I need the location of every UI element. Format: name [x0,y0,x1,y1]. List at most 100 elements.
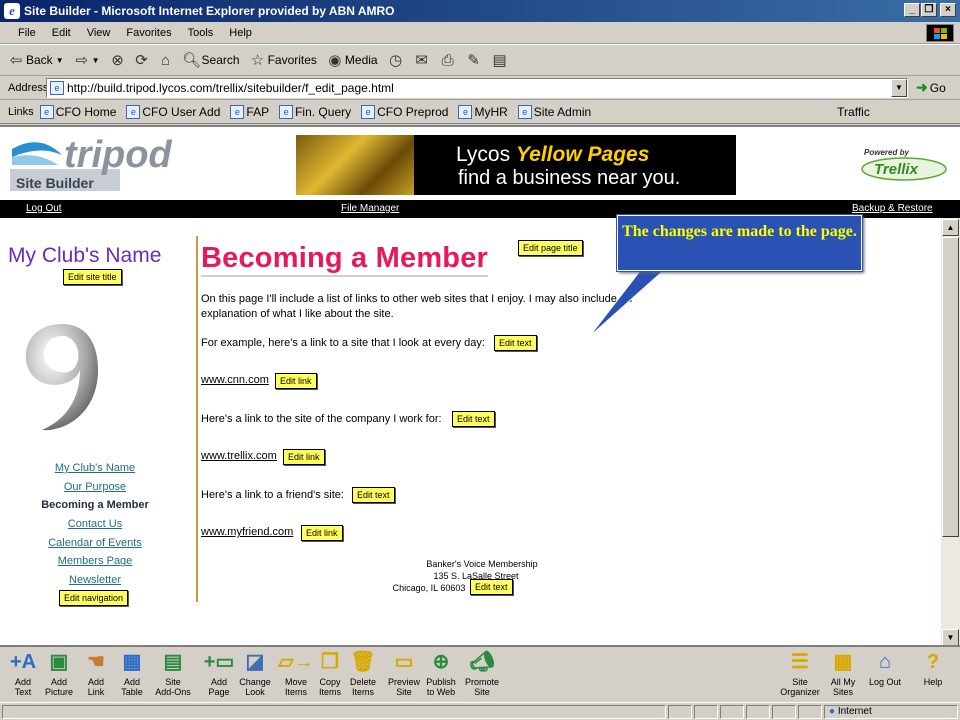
site-title: My Club's Name [8,244,162,267]
edit-text-button[interactable]: Edit text [470,579,513,595]
back-arrow-icon: ⇦ [9,52,23,69]
links-bar: Links e CFO Home e CFO User Add e FAP e Fin.… [0,100,960,124]
logout-icon: ⌂ [878,651,892,673]
edit-text-button[interactable]: Edit text [452,411,495,427]
restore-button[interactable]: ❐ [921,3,937,17]
scroll-down-arrow-icon[interactable]: ▼ [942,629,959,645]
mail-icon[interactable]: ✉ [412,50,432,70]
edit-page-title-button[interactable]: Edit page title [518,240,583,256]
search-button[interactable]: 🔍︎ Search [182,50,240,70]
menu-tools[interactable]: Tools [180,27,222,39]
all-sites-icon: ▦ [833,651,853,673]
add-table-icon: ▦ [122,651,142,673]
menu-edit[interactable]: Edit [44,27,79,39]
publish-icon: ⊕ [432,651,450,673]
favorites-icon: ☆ [250,52,265,69]
promote-site-button[interactable]: 📣︎ Promote Site [460,649,504,697]
print-icon[interactable]: ⎙ [438,50,458,70]
media-icon: ◉ [328,52,342,69]
annotation-callout: The changes are made to the page. [616,214,863,272]
logout-link[interactable]: Log Out [26,203,62,214]
site-organizer-icon: ☰ [791,651,809,673]
link-traffic[interactable]: Traffic [837,105,870,119]
link-myhr[interactable]: e MyHR [458,104,508,119]
standard-toolbar: ⇦ Back ▼ ⇨ ▼ ⊗ ⟳ ⌂ 🔍︎ Search ☆ Favorites… [0,44,960,76]
edit-icon[interactable]: ✎ [464,50,484,70]
paragraph-2: Here's a link to the site of the company… [201,413,442,425]
page-content: tripod Site Builder Lycos Yellow Pages f… [0,125,960,645]
nav-item-contact-us[interactable]: Contact Us [0,518,190,537]
menu-file[interactable]: File [10,27,44,39]
help-button[interactable]: ? Help [911,649,955,687]
minimize-button[interactable]: _ [904,3,920,17]
site-builder-header: tripod Site Builder Lycos Yellow Pages f… [0,127,960,200]
edit-text-button[interactable]: Edit text [494,335,537,351]
nav-item-becoming-a-member[interactable]: Becoming a Member [0,499,190,518]
link-cfo-preprod[interactable]: e CFO Preprod [361,104,448,119]
links-label: Links [8,105,34,118]
history-icon[interactable]: ◷ [386,50,406,70]
menu-help[interactable]: Help [221,27,260,39]
link-cfo-home[interactable]: e CFO Home [39,104,116,119]
discuss-icon[interactable]: ▤ [490,50,510,70]
site-addons-button[interactable]: ▤ Site Add-Ons [151,649,195,697]
go-button[interactable]: ➜ Go [916,79,946,96]
callout-pointer [588,270,665,338]
refresh-icon[interactable]: ⟳ [132,50,152,70]
edit-site-title-button[interactable]: Edit site title [63,269,122,285]
tripod-logo: tripod Site Builder [10,135,172,191]
publish-button[interactable]: ⊕ Publish to Web [419,649,463,697]
address-input[interactable]: e http://build.tripod.lycos.com/trellix/… [46,77,908,98]
link-fin-query[interactable]: e Fin. Query [279,104,351,119]
stop-icon[interactable]: ⊗ [108,50,128,70]
left-sidebar: My Club's Name Edit site title My Club's… [0,218,196,645]
link-myfriend[interactable]: www.myfriend.com [201,526,293,538]
edit-link-button[interactable]: Edit link [283,449,325,465]
link-fap[interactable]: e FAP [230,104,269,119]
nav-item-calendar-of-events[interactable]: Calendar of Events [0,537,190,556]
backup-restore-link[interactable]: Backup & Restore [852,203,933,214]
scroll-up-arrow-icon[interactable]: ▲ [942,219,959,236]
favorites-button[interactable]: ☆ Favorites [248,50,317,70]
site-organizer-button[interactable]: ☰ Site Organizer [777,649,823,697]
edit-link-button[interactable]: Edit link [301,525,343,541]
edit-link-button[interactable]: Edit link [275,373,317,389]
paragraph-3: Here's a link to a friend's site: [201,489,344,501]
page-icon: e [126,104,141,119]
scroll-thumb[interactable] [942,237,959,537]
menu-view[interactable]: View [79,27,119,39]
close-button[interactable]: × [940,3,956,17]
yellow-pages-banner-ad[interactable]: Lycos Yellow Pages find a business near … [296,135,736,195]
paragraph-1: For example, here's a link to a site tha… [201,337,485,349]
link-trellix[interactable]: www.trellix.com [201,450,277,462]
nav-item-my-clubs-name[interactable]: My Club's Name [0,462,190,481]
file-manager-link[interactable]: File Manager [341,203,399,214]
nav-item-our-purpose[interactable]: Our Purpose [0,481,190,500]
back-button[interactable]: ⇦ Back ▼ [6,50,64,70]
decorative-nine-graphic [25,324,98,431]
link-cnn[interactable]: www.cnn.com [201,374,269,386]
edit-text-button[interactable]: Edit text [352,487,395,503]
help-icon: ? [926,651,940,673]
media-button[interactable]: ◉ Media [325,50,377,70]
site-addons-icon: ▤ [163,651,183,673]
link-cfo-user-add[interactable]: e CFO User Add [126,104,220,119]
edit-navigation-button[interactable]: Edit navigation [59,590,129,606]
delete-items-button[interactable]: 🗑︎ Delete Items [341,649,385,697]
page-title: Becoming a Member [201,242,489,277]
forward-button[interactable]: ⇨ ▼ [72,50,99,70]
add-table-button[interactable]: ▦ Add Table [110,649,154,697]
globe-icon: ● [829,706,836,717]
change-look-button[interactable]: ◪ Change Look [233,649,277,697]
logout-button[interactable]: ⌂ Log Out [863,649,907,687]
page-icon: e [361,104,376,119]
all-my-sites-button[interactable]: ▦ All My Sites [821,649,865,697]
address-dropdown-button[interactable]: ▼ [891,78,907,97]
go-arrow-icon: ➜ [916,79,928,95]
home-icon[interactable]: ⌂ [156,50,176,70]
nav-item-members-page[interactable]: Members Page [0,555,190,574]
menu-favorites[interactable]: Favorites [118,27,179,39]
vertical-scrollbar[interactable]: ▲ ▼ [941,218,960,645]
link-site-admin[interactable]: e Site Admin [517,104,591,119]
page-icon: e [230,104,245,119]
